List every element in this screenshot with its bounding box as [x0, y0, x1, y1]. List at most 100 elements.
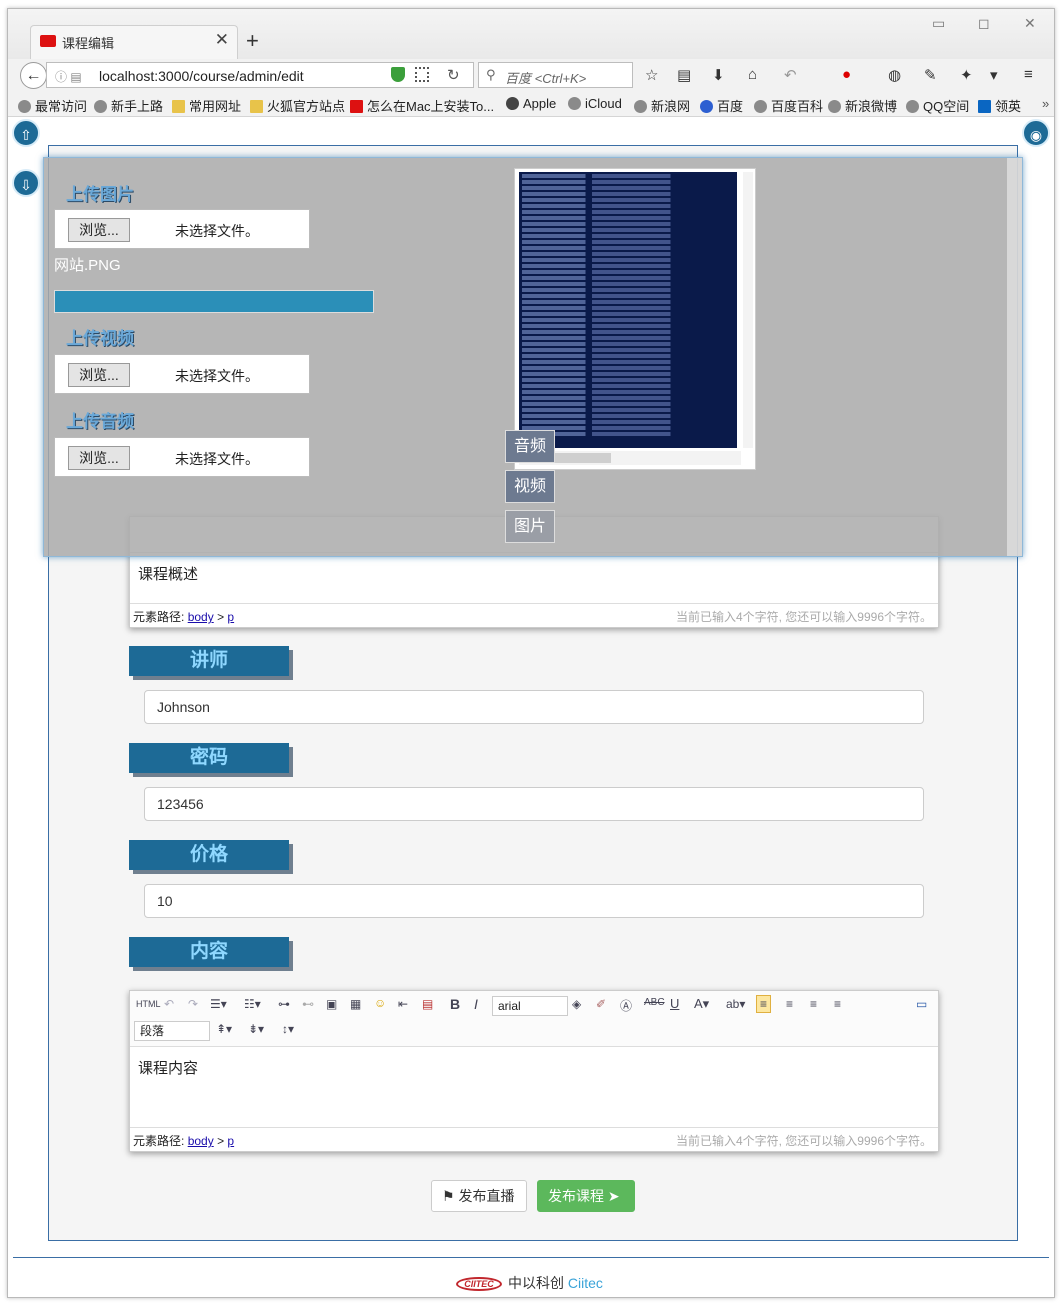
insert-frame-icon[interactable]: ⇤	[398, 997, 408, 1011]
adblock-icon[interactable]: ●	[842, 66, 851, 83]
bookmarks-overflow-icon[interactable]: »	[1042, 96, 1049, 111]
browser-tab[interactable]: 课程编辑 ✕	[30, 25, 238, 59]
bookmark-item[interactable]: 最常访问	[18, 96, 87, 115]
upload-icon[interactable]: ⇧	[12, 119, 40, 147]
close-window-icon[interactable]: ✕	[1024, 15, 1036, 32]
price-input[interactable]: 10	[144, 884, 924, 918]
unlink-icon[interactable]: ⊷	[302, 997, 314, 1011]
reading-list-icon[interactable]: ▤	[677, 66, 691, 84]
preview-line	[522, 276, 734, 280]
bookmark-item[interactable]: 领英	[978, 96, 1021, 115]
browse-button[interactable]: 浏览...	[68, 218, 130, 242]
download-cloud-icon[interactable]: ⇩	[12, 169, 40, 197]
preview-line	[522, 294, 734, 298]
fullscreen-icon[interactable]: ▭	[916, 997, 927, 1011]
teacher-input[interactable]: Johnson	[144, 690, 924, 724]
image-icon[interactable]: ▣	[326, 997, 337, 1011]
bookmark-item[interactable]: 新手上路	[94, 96, 163, 115]
bookmark-item[interactable]: 常用网址	[172, 96, 241, 115]
html-icon[interactable]: HTML	[136, 999, 161, 1009]
row-spacing-bottom-icon[interactable]: ⇟▾	[248, 1022, 264, 1036]
preview-line	[522, 414, 734, 418]
panel-scrollbar[interactable]	[1007, 158, 1022, 556]
publish-live-button[interactable]: ⚑ 发布直播	[431, 1180, 527, 1212]
italic-icon[interactable]: I	[474, 996, 478, 1012]
bold-icon[interactable]: B	[450, 996, 460, 1012]
close-tab-icon[interactable]: ✕	[215, 30, 229, 50]
minimize-icon[interactable]: ▭	[932, 15, 945, 32]
emoticon-icon[interactable]: ☺	[374, 996, 386, 1010]
audio-file-input[interactable]: 浏览... 未选择文件。	[54, 437, 310, 477]
row-spacing-top-icon[interactable]: ⇞▾	[216, 1022, 232, 1036]
download-icon[interactable]: ⬇	[712, 66, 725, 84]
dropdown-icon[interactable]: ▾	[990, 66, 998, 84]
new-tab-icon[interactable]: +	[246, 28, 259, 54]
bookmark-item[interactable]: 百度百科	[754, 96, 823, 115]
wrench-icon[interactable]: ✎	[924, 66, 937, 84]
info-icon[interactable]: ⓘ ▤	[55, 68, 82, 85]
paragraph-select[interactable]: 段落	[134, 1021, 210, 1041]
maximize-icon[interactable]: ◻	[978, 15, 990, 32]
search-box[interactable]: ⚲ 百度 <Ctrl+K>	[478, 62, 633, 88]
browse-button[interactable]: 浏览...	[68, 363, 130, 387]
bookmark-item[interactable]: 火狐官方站点	[250, 96, 345, 115]
qr-icon[interactable]	[415, 67, 429, 82]
path-p-link[interactable]: p	[227, 1134, 234, 1148]
justify-icon[interactable]: ≡	[834, 997, 841, 1011]
password-input[interactable]: 123456	[144, 787, 924, 821]
redo-icon[interactable]: ↷	[188, 997, 198, 1011]
text-border-icon[interactable]: Ⓐ	[620, 997, 632, 1014]
unordered-list-icon[interactable]: ☰▾	[210, 997, 227, 1011]
undo-icon[interactable]: ↶	[164, 997, 174, 1011]
tab-image[interactable]: 图片	[505, 510, 555, 543]
preview-line	[522, 348, 734, 352]
bookmark-item[interactable]: 新浪微博	[828, 96, 897, 115]
path-body-link[interactable]: body	[188, 610, 214, 624]
link-icon[interactable]: ⊶	[278, 997, 290, 1011]
bookmark-star-icon[interactable]: ☆	[645, 66, 658, 84]
preview-vertical-scrollbar[interactable]	[743, 172, 753, 448]
image-file-input[interactable]: 浏览... 未选择文件。	[54, 209, 310, 249]
strikethrough-icon[interactable]: ABC	[644, 997, 665, 1008]
format-brush-icon[interactable]: ✐	[596, 997, 606, 1011]
preview-line	[522, 354, 734, 358]
align-left-icon[interactable]: ≡	[756, 995, 772, 1013]
media-icon[interactable]: ▦	[350, 997, 361, 1011]
line-height-icon[interactable]: ↕▾	[282, 1022, 294, 1036]
extension-icon[interactable]: ✦	[960, 66, 973, 84]
align-right-icon[interactable]: ≡	[810, 997, 817, 1011]
ordered-list-icon[interactable]: ☷▾	[244, 997, 261, 1011]
bookmark-item[interactable]: QQ空间	[906, 96, 969, 115]
video-file-input[interactable]: 浏览... 未选择文件。	[54, 354, 310, 394]
eraser-icon[interactable]: ◈	[572, 997, 581, 1011]
bookmark-item[interactable]: iCloud	[568, 96, 622, 111]
tab-video[interactable]: 视频	[505, 470, 555, 503]
align-center-icon[interactable]: ≡	[786, 997, 793, 1011]
menu-icon[interactable]: ≡	[1024, 66, 1033, 83]
bookmark-item[interactable]: 新浪网	[634, 96, 690, 115]
tab-audio[interactable]: 音频	[505, 430, 555, 463]
undo-icon[interactable]: ↶	[784, 66, 797, 84]
date-icon[interactable]: ▤	[422, 997, 433, 1011]
reload-icon[interactable]: ↻	[447, 66, 460, 84]
address-bar[interactable]: ⓘ ▤ localhost:3000/course/admin/edit ↻	[46, 62, 474, 88]
shield-icon[interactable]	[391, 67, 405, 82]
font-select[interactable]: arial	[492, 996, 568, 1016]
home-icon[interactable]: ⌂	[748, 66, 757, 83]
eye-icon[interactable]: ◉	[1022, 119, 1050, 147]
bookmark-item[interactable]: Apple	[506, 96, 556, 111]
highlight-icon[interactable]: ab▾	[726, 997, 745, 1011]
path-body-link[interactable]: body	[188, 1134, 214, 1148]
bookmark-item[interactable]: 百度	[700, 96, 743, 115]
font-color-icon[interactable]: A▾	[694, 996, 709, 1012]
back-icon[interactable]: ←	[20, 62, 47, 89]
browse-button[interactable]: 浏览...	[68, 446, 130, 470]
summary-editor-body[interactable]: 课程概述	[130, 553, 938, 603]
preview-line	[522, 288, 734, 292]
bookmark-item[interactable]: 怎么在Mac上安装To...	[350, 96, 494, 115]
underline-icon[interactable]: U	[670, 996, 679, 1011]
globe-icon[interactable]: ◍	[888, 66, 901, 84]
path-p-link[interactable]: p	[227, 610, 234, 624]
content-editor-body[interactable]: 课程内容	[130, 1047, 938, 1127]
publish-course-button[interactable]: 发布课程 ➤	[537, 1180, 635, 1212]
